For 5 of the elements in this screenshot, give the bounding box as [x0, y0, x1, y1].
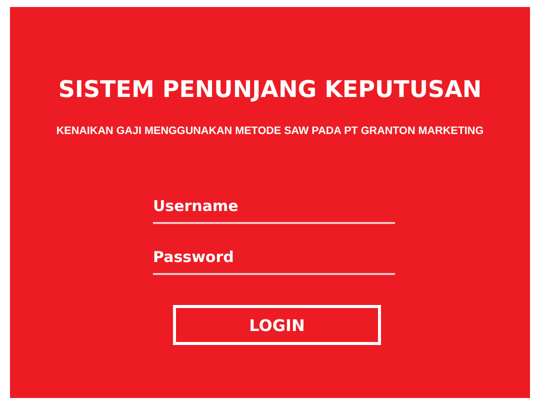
input-field[interactable]: Password: [153, 244, 395, 275]
login-button[interactable]: LOGIN: [173, 305, 381, 345]
input-field[interactable]: Username: [153, 193, 395, 224]
app-subtitle: KENAIKAN GAJI MENGGUNAKAN METODE SAW PADA PT GRANTON MARKETING: [56, 125, 484, 137]
app-title: SISTEM PENUNJANG KEPUTUSAN: [58, 77, 482, 103]
